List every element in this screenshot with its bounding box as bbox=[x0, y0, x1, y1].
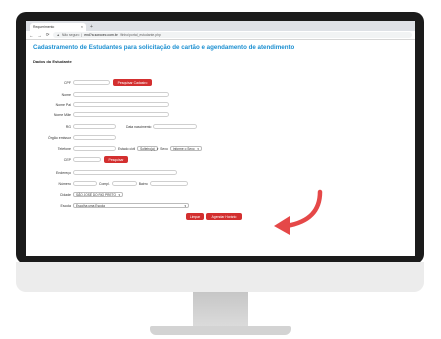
nome-mae-input[interactable] bbox=[73, 111, 169, 118]
data-nasc-label: Data nascimento bbox=[126, 124, 152, 129]
escola-value: Escolha uma Escola bbox=[76, 203, 105, 208]
cpf-label: CPF bbox=[64, 80, 71, 85]
bairro-input[interactable] bbox=[149, 180, 188, 187]
telefone-row: Telefone Estado civil Solteiro(a) ▾ Sexo… bbox=[26, 145, 202, 152]
nome-pai-label: Nome Pai bbox=[55, 102, 71, 107]
monitor-chin bbox=[16, 262, 424, 292]
cep-row: CEP Pesquisar bbox=[26, 156, 128, 163]
compl-input[interactable] bbox=[111, 180, 137, 187]
monitor-mockup: Requerimento × + ← → ⟳ ▲ Não seguro | en… bbox=[0, 0, 441, 339]
warning-icon: ▲ bbox=[56, 33, 60, 37]
escola-label: Escola bbox=[60, 203, 71, 208]
browser-tab[interactable]: Requerimento × bbox=[30, 23, 86, 31]
estado-civil-select[interactable]: Solteiro(a) ▾ bbox=[137, 145, 158, 152]
cidade-select[interactable]: SÃO JOSÉ DO RIO PRETO ▾ bbox=[73, 191, 123, 198]
numero-input[interactable] bbox=[73, 180, 97, 187]
orgao-row: Órgão emissor bbox=[26, 134, 116, 141]
action-row: Limpar Agendar Horário bbox=[186, 213, 242, 220]
rg-input[interactable] bbox=[73, 123, 116, 130]
forward-icon[interactable]: → bbox=[37, 33, 41, 38]
cep-label: CEP bbox=[63, 157, 71, 162]
bairro-label: Bairro bbox=[138, 181, 148, 186]
estado-civil-label: Estado civil bbox=[118, 146, 136, 151]
new-tab-icon[interactable]: + bbox=[90, 23, 93, 31]
cidade-row: Cidade SÃO JOSÉ DO RIO PRETO ▾ bbox=[26, 191, 123, 198]
url-prefix: Não seguro bbox=[61, 33, 80, 37]
pesquisar-cep-button[interactable]: Pesquisar bbox=[104, 156, 128, 163]
nome-label: Nome bbox=[61, 92, 71, 97]
sexo-label: Sexo bbox=[160, 146, 168, 151]
data-nasc-input[interactable] bbox=[153, 123, 198, 130]
tab-bar: Requerimento × + bbox=[26, 21, 415, 31]
url-field[interactable]: ▲ Não seguro | end?a.sorocec.com.br/finh… bbox=[53, 32, 412, 38]
numero-row: Número Compl. Bairro bbox=[26, 180, 188, 187]
compl-label: Compl. bbox=[99, 181, 110, 186]
nome-pai-row: Nome Pai bbox=[26, 101, 169, 108]
agendar-button[interactable]: Agendar Horário bbox=[206, 213, 242, 220]
page-title: Cadastramento de Estudantes para solicit… bbox=[33, 44, 295, 51]
pointer-arrow-icon bbox=[274, 189, 323, 235]
nome-mae-row: Nome Mãe bbox=[26, 111, 169, 118]
address-bar: ← → ⟳ ▲ Não seguro | end?a.sorocec.com.b… bbox=[26, 31, 415, 40]
orgao-input[interactable] bbox=[73, 134, 116, 141]
chevron-down-icon: ▾ bbox=[184, 203, 186, 208]
sexo-select[interactable]: Informe o Sexo ▾ bbox=[169, 145, 202, 152]
reload-icon[interactable]: ⟳ bbox=[46, 32, 50, 38]
section-heading: Dados do Estudante bbox=[33, 59, 72, 64]
close-tab-icon[interactable]: × bbox=[81, 25, 83, 29]
estado-civil-value: Solteiro(a) bbox=[140, 146, 155, 151]
page-content: Cadastramento de Estudantes para solicit… bbox=[26, 40, 415, 67]
endereco-input[interactable] bbox=[73, 169, 177, 176]
escola-row: Escola Escolha uma Escola ▾ bbox=[26, 202, 189, 209]
escola-select[interactable]: Escolha uma Escola ▾ bbox=[73, 202, 189, 209]
sexo-value: Informe o Sexo bbox=[172, 146, 195, 151]
chevron-down-icon: ▾ bbox=[118, 192, 120, 197]
back-icon[interactable]: ← bbox=[29, 33, 33, 38]
orgao-label: Órgão emissor bbox=[48, 135, 71, 140]
telefone-input[interactable] bbox=[73, 145, 116, 152]
nome-row: Nome bbox=[26, 91, 169, 98]
cpf-input[interactable] bbox=[73, 79, 110, 86]
numero-label: Número bbox=[58, 181, 71, 186]
endereco-label: Endereço bbox=[56, 170, 71, 175]
nome-pai-input[interactable] bbox=[73, 101, 169, 108]
search-cadastro-button[interactable]: Pesquisar Cadastro bbox=[113, 79, 152, 86]
limpar-button[interactable]: Limpar bbox=[186, 213, 204, 220]
monitor-stand-neck bbox=[193, 292, 248, 328]
url-host: end?a.sorocec.com.br bbox=[84, 33, 118, 37]
cpf-row: CPF Pesquisar Cadastro bbox=[26, 79, 152, 86]
cidade-value: SÃO JOSÉ DO RIO PRETO bbox=[76, 192, 116, 197]
rg-label: RG bbox=[65, 124, 71, 129]
tab-title: Requerimento bbox=[33, 25, 55, 29]
nome-mae-label: Nome Mãe bbox=[53, 112, 71, 117]
monitor-stand-foot bbox=[150, 326, 291, 335]
cep-input[interactable] bbox=[73, 156, 101, 163]
cidade-label: Cidade bbox=[59, 192, 71, 197]
chevron-down-icon: ▾ bbox=[197, 146, 199, 151]
url-path: /finho/portal_estudante.php bbox=[119, 33, 161, 37]
telefone-label: Telefone bbox=[57, 146, 71, 151]
browser-window: Requerimento × + ← → ⟳ ▲ Não seguro | en… bbox=[26, 21, 415, 256]
rg-row: RG Data nascimento bbox=[26, 123, 198, 130]
endereco-row: Endereço bbox=[26, 169, 177, 176]
nome-input[interactable] bbox=[73, 91, 169, 98]
